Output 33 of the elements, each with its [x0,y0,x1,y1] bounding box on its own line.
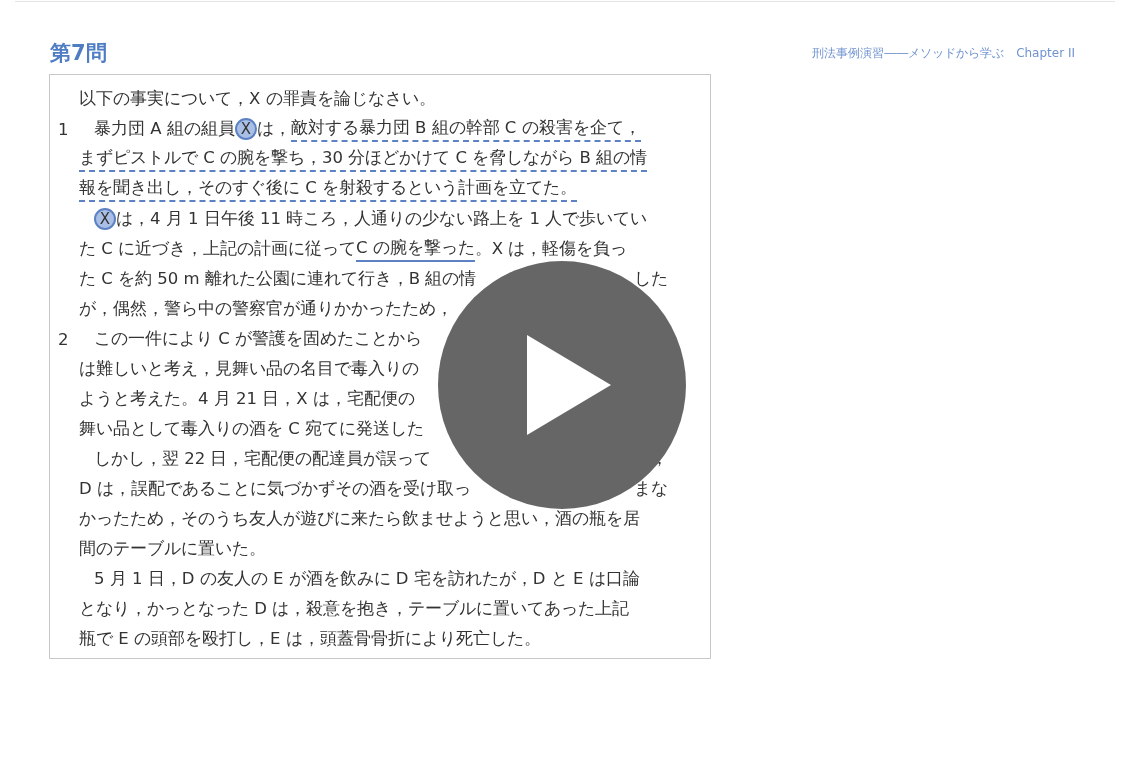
problem-text: が，偶然，警ら中の警察官が通りかかったため， [79,298,453,320]
problem-text: した [634,268,668,290]
play-icon [527,335,611,435]
dashed-underlined-text: 報を聞き出し，そのすぐ後に C を射殺するという計画を立てた。 [79,176,577,202]
problem-text: この一件により C が警護を固めたことから [94,328,422,350]
problem-text: ようと考えた。4 月 21 日，X は，宅配便の [79,388,415,410]
problem-text: 5 月 1 日，D の友人の E が酒を飲みに D 宅を訪れたが，D と E は口論 [94,568,640,590]
problem-text: た C を約 50 m 離れた公園に連れて行き，B 組の情 [79,268,477,290]
problem-text: しかし，翌 22 日，宅配便の配達員が誤って [94,448,432,470]
problem-text: ， [651,448,668,470]
dashed-underlined-text: 敵対する暴力団 B 組の幹部 C の殺害を企て， [290,116,641,142]
problem-text: D は，誤配であることに気づかずその酒を受け取っ [79,478,471,500]
problem-text: 以下の事実について，X の罪責を論じなさい。 [79,88,436,110]
problem-text: 暴力団 A 組の組員 [94,118,235,140]
paragraph-number: 1 [58,119,70,139]
problem-text: となり，かっとなった D は，殺意を抱き，テーブルに置いてあった上記 [79,598,630,620]
question-title: 第7問 [50,40,107,67]
problem-text: まな [634,478,668,500]
circled-letter: X [234,118,257,140]
problem-text: た C に近づき，上記の計画に従って [79,238,356,260]
problem-text: は， [256,118,291,140]
paragraph-number: 2 [58,329,70,349]
problem-text: 瓶で E の頭部を殴打し，E は，頭蓋骨骨折により死亡した。 [79,628,541,650]
problem-text: は難しいと考え，見舞い品の名目で毒入りの [79,358,419,380]
dashed-underlined-text: まずピストルで C の腕を撃ち，30 分ほどかけて C を脅しながら B 組の情 [79,146,648,172]
book-title: 刑法事例演習――メソッドから学ぶ Chapter II [812,44,1075,62]
problem-text: かったため，そのうち友人が遊びに来たら飲ませようと思い，酒の瓶を居 [79,508,640,530]
underlined-text: C の腕を撃った [356,236,475,262]
problem-text: 間のテーブルに置いた。 [79,538,266,560]
problem-text: は，4 月 1 日午後 11 時ころ，人通りの少ない路上を 1 人で歩いてい [116,208,648,230]
problem-text: 舞い品として毒入りの酒を C 宛てに発送した [79,418,424,440]
problem-text: 。X は，軽傷を負っ [474,238,628,260]
circled-letter: X [94,208,116,230]
